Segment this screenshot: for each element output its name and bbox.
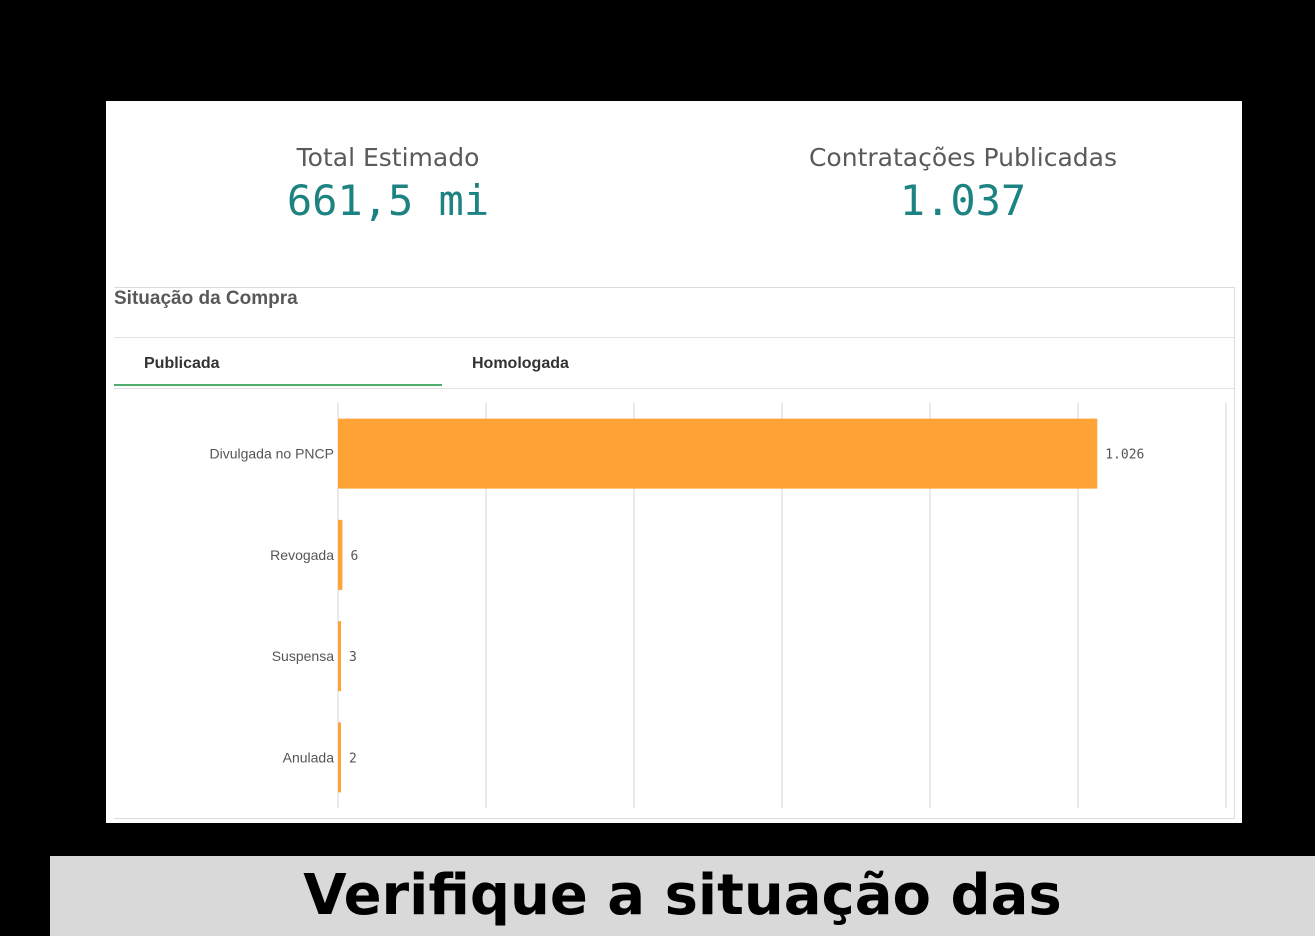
category-label: Anulada [283, 749, 335, 765]
category-label: Divulgada no PNCP [209, 446, 334, 462]
category-label: Revogada [270, 547, 334, 563]
dashboard-panel: Total Estimado 661,5 mi Contratações Pub… [106, 101, 1242, 823]
bar[interactable] [338, 418, 1098, 489]
chart-container: Situação da Compra Publicada Homologada … [114, 287, 1235, 819]
bar[interactable] [338, 621, 341, 692]
bar[interactable] [338, 722, 341, 793]
kpi-published-contracts: Contratações Publicadas 1.037 [738, 143, 1188, 225]
bar[interactable] [338, 519, 343, 590]
kpi-contracts-value: 1.037 [899, 176, 1027, 225]
category-label: Suspensa [272, 648, 334, 664]
kpi-total-label: Total Estimado [296, 143, 480, 172]
caption-banner: Verifique a situação das [50, 856, 1315, 936]
value-label: 1.026 [1105, 448, 1144, 463]
kpi-total-value: 661,5 mi [286, 176, 490, 225]
value-label: 3 [349, 650, 357, 665]
kpi-contracts-label: Contratações Publicadas [808, 143, 1118, 172]
value-label: 6 [350, 549, 358, 564]
kpi-total-estimated: Total Estimado 661,5 mi [238, 143, 538, 225]
value-label: 2 [349, 751, 357, 766]
bar-chart: Divulgada no PNCP 1.026 Revogada 6 Suspensa 3… [209, 403, 1227, 808]
